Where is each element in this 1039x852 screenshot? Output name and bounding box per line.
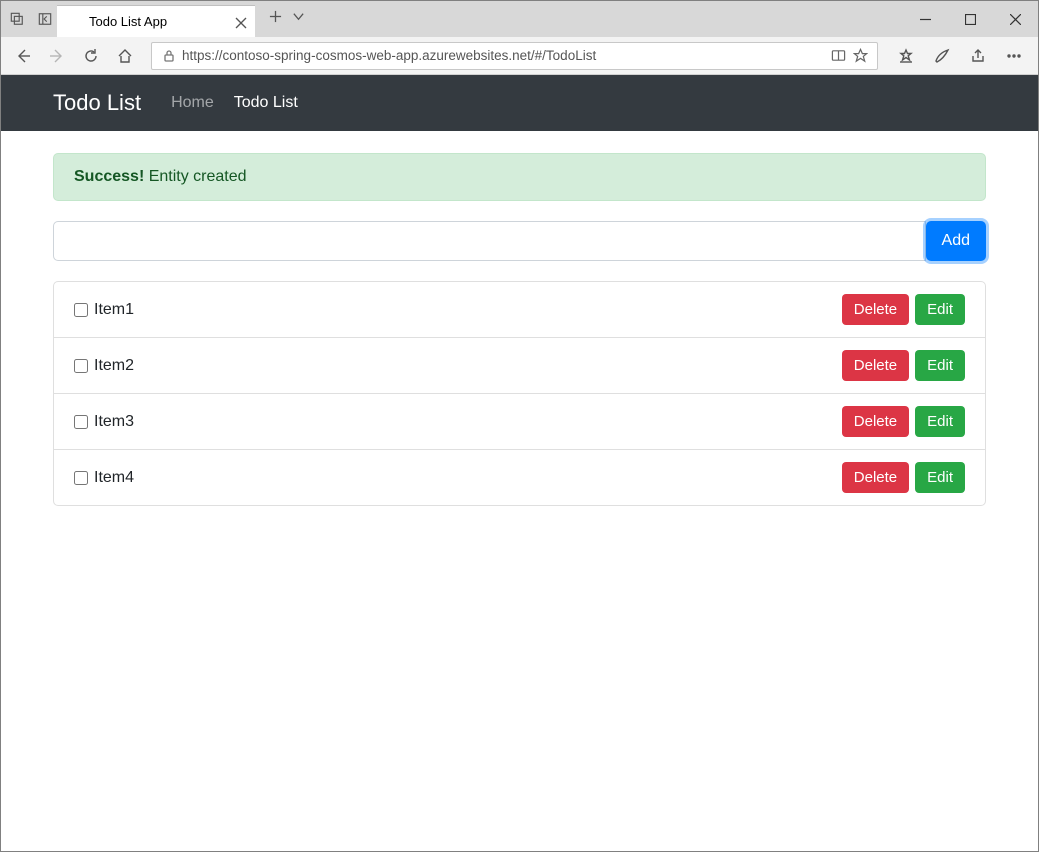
home-button[interactable] [109,41,141,71]
nav-link-todolist[interactable]: Todo List [224,94,308,112]
item-checkbox[interactable] [74,415,88,429]
edit-button[interactable]: Edit [915,294,965,325]
more-menu-icon[interactable] [996,41,1032,71]
item-checkbox[interactable] [74,303,88,317]
favorites-list-icon[interactable] [888,41,924,71]
item-label: Item2 [94,357,134,375]
delete-button[interactable]: Delete [842,406,909,437]
edit-button[interactable]: Edit [915,350,965,381]
app-brand: Todo List [53,90,141,116]
item-checkbox[interactable] [74,359,88,373]
new-item-input[interactable] [53,221,926,261]
url-input[interactable] [180,47,827,64]
alert-strong: Success! [74,168,144,185]
address-bar[interactable] [151,42,878,70]
browser-navbar [1,37,1038,75]
window-maximize-button[interactable] [948,1,993,37]
delete-button[interactable]: Delete [842,350,909,381]
list-item: Item2 DeleteEdit [54,337,985,393]
alert-text: Entity created [144,168,246,185]
set-aside-tabs-icon[interactable] [33,5,57,33]
browser-tab[interactable]: Todo List App [57,5,255,37]
todo-list: Item1DeleteEditItem2DeleteEditItem3Delet… [53,281,986,506]
forward-button[interactable] [41,41,73,71]
add-button[interactable]: Add [926,221,986,261]
edit-button[interactable]: Edit [915,462,965,493]
refresh-button[interactable] [75,41,107,71]
add-item-form: Add [53,221,986,261]
reading-view-icon[interactable] [827,48,849,63]
back-button[interactable] [7,41,39,71]
nav-link-home[interactable]: Home [161,94,224,112]
window-titlebar: Todo List App [1,1,1038,37]
app-navbar: Todo List Home Todo List [1,75,1038,131]
lock-icon [158,50,180,62]
close-tab-icon[interactable] [235,16,247,28]
favorite-star-icon[interactable] [849,48,871,63]
delete-button[interactable]: Delete [842,462,909,493]
window-minimize-button[interactable] [903,1,948,37]
list-item: Item3 DeleteEdit [54,393,985,449]
list-item: Item1 DeleteEdit [54,282,985,337]
item-checkbox[interactable] [74,471,88,485]
tab-title: Todo List App [89,14,227,29]
item-label: Item3 [94,413,134,431]
favicon-leaf-icon [65,14,81,30]
share-icon[interactable] [960,41,996,71]
item-label: Item1 [94,301,134,319]
tab-actions-chevron-icon[interactable] [292,10,305,28]
edit-button[interactable]: Edit [915,406,965,437]
tab-group-icon[interactable] [5,5,29,33]
item-label: Item4 [94,469,134,487]
new-tab-button[interactable] [269,10,282,28]
notes-icon[interactable] [924,41,960,71]
delete-button[interactable]: Delete [842,294,909,325]
list-item: Item4 DeleteEdit [54,449,985,505]
window-close-button[interactable] [993,1,1038,37]
success-alert: Success! Entity created [53,153,986,201]
